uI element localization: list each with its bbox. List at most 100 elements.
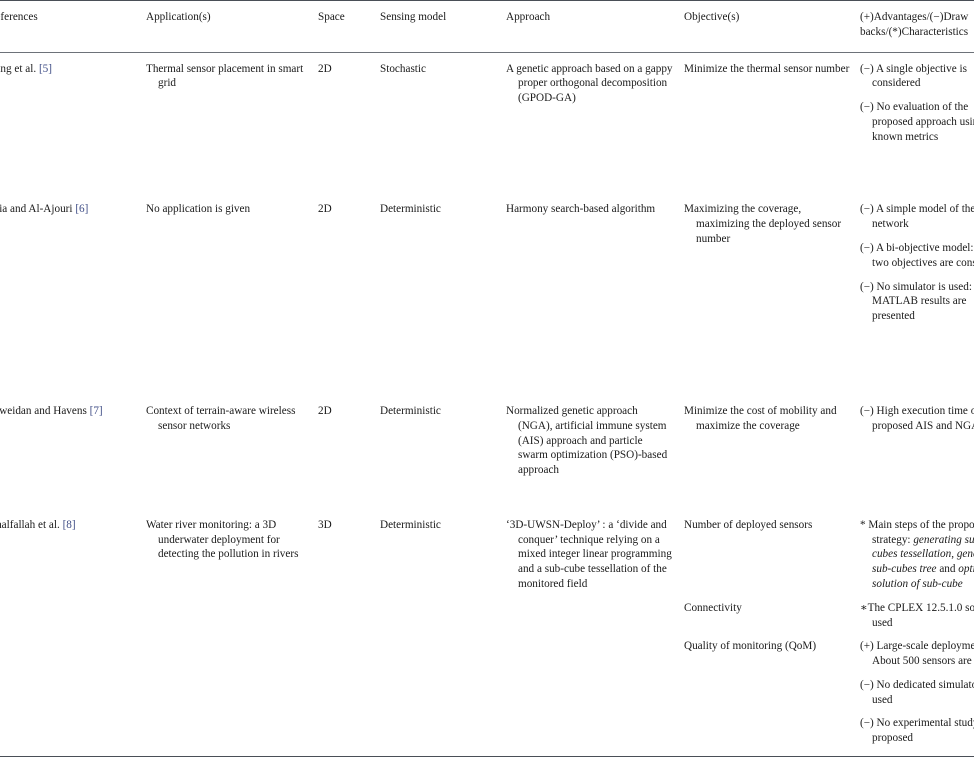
row-spacer (0, 144, 974, 193)
objective-group-1: Number of deployed sensors (684, 518, 850, 533)
objective-line: sensors (779, 518, 813, 531)
reference-name: Jiang et al. (0, 62, 37, 75)
table-row: Quality of monitoring (QoM) (+) Large-sc… (0, 630, 974, 757)
reference-citation: [5] (38, 62, 52, 75)
table-row: Alweidan and Havens [7] Context of terra… (0, 395, 974, 478)
approach-line: (GPOD-GA) (518, 92, 576, 105)
reference-citation: [7] (89, 404, 103, 417)
cell-objectives: Minimize the thermal sensor number (684, 51, 860, 145)
cell-approach-empty (506, 630, 684, 757)
cell-application-empty (146, 592, 318, 631)
cell-approach: A genetic approach based on a gappy prop… (506, 51, 684, 145)
cell-references-empty (0, 630, 146, 757)
objective-line: Minimize the cost of (684, 404, 777, 417)
cell-space: 3D (318, 518, 332, 531)
cell-objectives: Maximizing the coverage, maximizing the … (684, 193, 860, 323)
advantage-item: ∗The CPLEX 12.5.1.0 solver is used (860, 601, 974, 629)
advantage-item: (−) No simulator is used: only MATLAB re… (860, 280, 974, 323)
objective-group-2: Connectivity (684, 601, 850, 616)
cell-advantages: (−) A single objective is considered (−)… (860, 51, 974, 145)
objective-line: (QoM) (785, 640, 817, 653)
cell-objectives: Connectivity (684, 592, 860, 631)
cell-sensing-model: Deterministic (380, 203, 441, 216)
table-row: Jiang et al. [5] Thermal sensor placemen… (0, 51, 974, 145)
cell-sensing-model-empty (380, 630, 506, 757)
cell-advantages: (−) A simple model of the network (−) A … (860, 193, 974, 323)
advantage-item: (−) No experimental study is proposed (860, 717, 974, 745)
cell-advantages: (−) High execution time of the proposed … (860, 395, 974, 478)
column-header-approach: Approach (506, 0, 684, 53)
approach-line: technique relying on a (560, 533, 660, 546)
table-row: Khalfallah et al. [8] Water river monito… (0, 509, 974, 592)
cell-application: Water river monitoring: a 3D underwater … (146, 509, 318, 592)
advantages-header-line1: (+)Advantages/(−)Draw (860, 11, 969, 23)
cell-sensing-model: Deterministic (380, 404, 441, 417)
row-spacer-cell (0, 478, 974, 509)
row-spacer-cell (0, 324, 974, 395)
cell-advantages: (+) Large-scale deployment : About 500 s… (860, 630, 974, 757)
reference-citation: [6] (75, 203, 89, 216)
table-row: Alia and Al-Ajouri [6] No application is… (0, 193, 974, 323)
cell-approach: Harmony search-based algorithm (506, 193, 684, 323)
cell-sensing-model: Stochastic (380, 51, 506, 145)
approach-line: ‘3D-UWSN-Deploy’ : a (506, 518, 614, 531)
application-line: the pollution in rivers (201, 548, 299, 561)
reference-name: Alia and Al-Ajouri (0, 203, 73, 216)
application-line: Thermal sensor placement (146, 62, 265, 75)
approach-line: approach and particle (546, 434, 643, 447)
approach-line: sub-cube tessellation of (544, 563, 651, 576)
approach-line: orthogonal decomposition (550, 77, 668, 90)
row-spacer (0, 324, 974, 395)
application-line: Water river monitoring: a (146, 518, 260, 531)
cell-references: Khalfallah et al. [8] (0, 509, 146, 592)
advantage-sep-2: and (936, 563, 959, 576)
approach-line: Normalized genetic (506, 404, 594, 417)
table-row: Connectivity ∗The CPLEX 12.5.1.0 solver … (0, 592, 974, 631)
advantage-item: (−) A simple model of the network (860, 203, 974, 231)
cell-objectives: Number of deployed sensors (684, 509, 860, 592)
approach-line: A genetic approach based (506, 62, 621, 75)
advantages-header-line2: backs/(*)Characteristics (860, 25, 969, 38)
column-header-references: References (0, 0, 146, 53)
objective-line: Minimize the thermal (684, 62, 781, 75)
cell-objectives: Minimize the cost of mobility and maximi… (684, 395, 860, 478)
cell-approach: Normalized genetic approach (NGA), artif… (506, 395, 684, 478)
cell-sensing-model: Deterministic (380, 518, 441, 531)
advantage-item: (−) No dedicated simulator is used (860, 678, 974, 706)
reference-name: Khalfallah et al. (0, 518, 60, 531)
cell-space: 2D (318, 203, 332, 216)
cell-application-empty (146, 630, 318, 757)
cell-references-empty (0, 592, 146, 631)
cell-space: 2D (318, 51, 380, 145)
column-header-applications: Application(s) (146, 0, 318, 53)
table-header: References Application(s) Space Sensing … (0, 0, 974, 53)
cell-application: Thermal sensor placement in smart grid (146, 51, 318, 145)
objective-line: Quality of monitoring (684, 640, 783, 653)
row-spacer-cell (0, 144, 974, 193)
cell-sensing-model-empty (380, 592, 506, 631)
header-row: References Application(s) Space Sensing … (0, 0, 974, 53)
objective-line: sensor number (783, 62, 850, 75)
objective-line: Number of deployed (684, 518, 777, 531)
application-line: Context of terrain-aware (146, 404, 256, 417)
cell-application: No application is given (146, 193, 318, 323)
cell-space: 2D (318, 404, 332, 417)
column-header-space: Space (318, 0, 380, 53)
table-container: References Application(s) Space Sensing … (0, 0, 974, 757)
column-header-advantages: (+)Advantages/(−)Draw backs/(*)Character… (860, 0, 974, 53)
cell-objectives: Quality of monitoring (QoM) (684, 630, 860, 757)
table-body: Jiang et al. [5] Thermal sensor placemen… (0, 51, 974, 757)
cell-application: Context of terrain-aware wireless sensor… (146, 395, 318, 478)
advantage-item: (−) A bi-objective model: only two objec… (860, 242, 974, 269)
application-line: No application is given (146, 203, 251, 216)
cell-references: Jiang et al. [5] (0, 51, 146, 145)
cell-advantages: * Main steps of the proposed strategy: g… (860, 509, 974, 592)
objective-line: Maximizing the coverage, (684, 203, 802, 216)
advantage-item: (−) A single objective is considered (860, 62, 967, 90)
cell-approach-empty (506, 592, 684, 631)
row-spacer (0, 478, 974, 509)
reference-citation: [8] (62, 518, 76, 531)
approach-line: mixed integer linear (518, 548, 609, 561)
cell-space-empty (318, 630, 380, 757)
approach-line: algorithm (611, 203, 656, 216)
